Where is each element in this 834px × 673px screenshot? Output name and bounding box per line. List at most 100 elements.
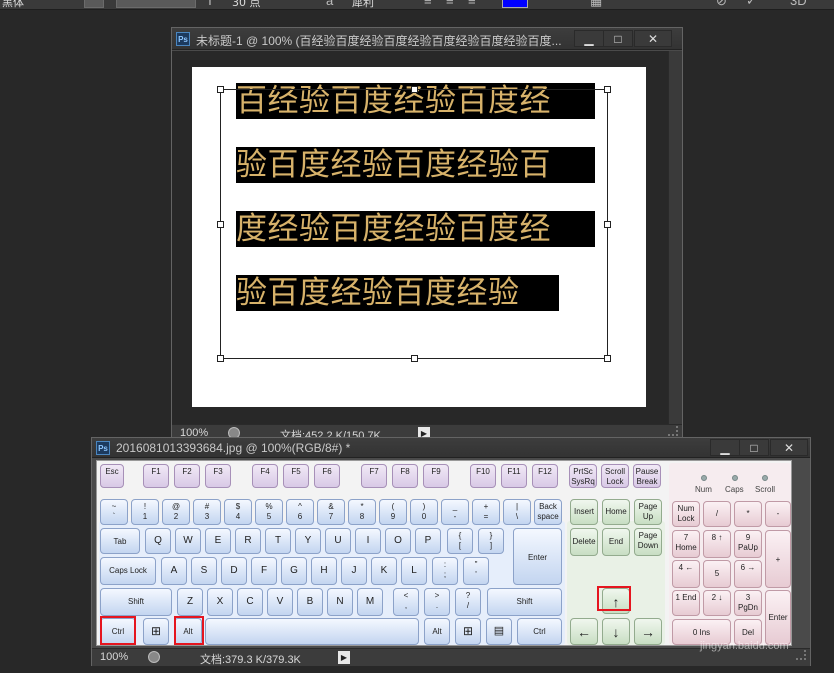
key-l[interactable]: L bbox=[401, 557, 427, 585]
key-page-down[interactable]: Page Down bbox=[634, 528, 662, 556]
key-3[interactable]: #3 bbox=[193, 499, 221, 525]
key-num-2[interactable]: 2 ↓ bbox=[703, 590, 731, 616]
key-p[interactable]: P bbox=[415, 528, 441, 554]
key-num-9[interactable]: 9 PaUp bbox=[734, 530, 762, 558]
key-8[interactable]: * 8 bbox=[348, 499, 376, 525]
key-num-enter[interactable]: Enter bbox=[765, 590, 791, 645]
font-style-dropdown[interactable] bbox=[84, 0, 104, 8]
key-ctrl-right[interactable]: Ctrl bbox=[517, 618, 562, 645]
key-f5[interactable]: F5 bbox=[283, 464, 309, 488]
key-v[interactable]: V bbox=[267, 588, 293, 616]
key-t[interactable]: T bbox=[265, 528, 291, 554]
key-alt-right[interactable]: Alt bbox=[424, 618, 450, 645]
keyboard-image[interactable]: Esc F1 F2 F3 F4 F5 F6 F7 F8 F9 F10 F11 F… bbox=[96, 460, 792, 646]
key-z[interactable]: Z bbox=[177, 588, 203, 616]
cancel-icon[interactable]: ⊘ bbox=[716, 0, 727, 9]
key-w[interactable]: W bbox=[175, 528, 201, 554]
arrow-right-icon[interactable]: → bbox=[634, 618, 662, 645]
menu-key-icon[interactable]: ▤ bbox=[486, 618, 512, 645]
key-prtsc[interactable]: PrtSc SysRq bbox=[569, 464, 597, 488]
text-bounding-box[interactable] bbox=[220, 89, 608, 359]
key-g[interactable]: G bbox=[281, 557, 307, 585]
maximize-button[interactable]: □ bbox=[739, 439, 769, 456]
font-family-field[interactable] bbox=[116, 0, 196, 8]
doc2-zoom[interactable]: 100% bbox=[100, 651, 128, 663]
doc1-vertical-scrollbar[interactable] bbox=[668, 51, 682, 424]
handle-bottom-left[interactable] bbox=[217, 355, 224, 362]
key-y[interactable]: Y bbox=[295, 528, 321, 554]
key-num-1[interactable]: 1 End bbox=[672, 590, 700, 616]
key-a[interactable]: A bbox=[161, 557, 187, 585]
close-button[interactable]: ✕ bbox=[770, 439, 808, 456]
key-page-up[interactable]: Page Up bbox=[634, 499, 662, 525]
key-num-3[interactable]: 3 PgDn bbox=[734, 590, 762, 616]
key-1[interactable]: ! 1 bbox=[131, 499, 159, 525]
text-color-swatch[interactable] bbox=[502, 0, 528, 8]
handle-bottom-right[interactable] bbox=[604, 355, 611, 362]
font-style-value[interactable]: 黑体 bbox=[2, 0, 24, 9]
key-f4[interactable]: F4 bbox=[252, 464, 278, 488]
key-equals[interactable]: + = bbox=[472, 499, 500, 525]
key-shift-left[interactable]: Shift bbox=[100, 588, 172, 616]
key-o[interactable]: O bbox=[385, 528, 411, 554]
close-button[interactable]: ✕ bbox=[634, 30, 672, 47]
key-esc[interactable]: Esc bbox=[100, 464, 124, 488]
key-insert[interactable]: Insert bbox=[570, 499, 598, 525]
key-pause[interactable]: Pause Break bbox=[633, 464, 661, 488]
key-open-bracket[interactable]: {[ bbox=[447, 528, 473, 554]
key-5[interactable]: % 5 bbox=[255, 499, 283, 525]
key-home[interactable]: Home bbox=[602, 499, 630, 525]
key-delete[interactable]: Delete bbox=[570, 528, 598, 556]
key-m[interactable]: M bbox=[357, 588, 383, 616]
status-info-icon[interactable] bbox=[148, 651, 160, 663]
align-right-icon[interactable]: ≡ bbox=[468, 0, 476, 8]
key-q[interactable]: Q bbox=[145, 528, 171, 554]
resize-grip-icon[interactable] bbox=[668, 426, 678, 436]
key-f6[interactable]: F6 bbox=[314, 464, 340, 488]
key-f[interactable]: F bbox=[251, 557, 277, 585]
key-c[interactable]: C bbox=[237, 588, 263, 616]
key-f12[interactable]: F12 bbox=[532, 464, 558, 488]
align-center-icon[interactable]: ≡ bbox=[446, 0, 454, 8]
key-s[interactable]: S bbox=[191, 557, 217, 585]
key-f10[interactable]: F10 bbox=[470, 464, 496, 488]
key-x[interactable]: X bbox=[207, 588, 233, 616]
key-f1[interactable]: F1 bbox=[143, 464, 169, 488]
key-semicolon[interactable]: :; bbox=[432, 557, 458, 585]
key-i[interactable]: I bbox=[355, 528, 381, 554]
key-num-multiply[interactable]: * bbox=[734, 501, 762, 527]
3d-icon[interactable]: 3D bbox=[790, 0, 807, 8]
key-f3[interactable]: F3 bbox=[205, 464, 231, 488]
align-left-icon[interactable]: ≡ bbox=[424, 0, 432, 8]
windows-key-right-icon[interactable]: ⊞ bbox=[455, 618, 481, 645]
key-r[interactable]: R bbox=[235, 528, 261, 554]
commit-icon[interactable]: ✓ bbox=[746, 0, 757, 9]
doc2-titlebar[interactable]: Ps 2016081013393684.jpg @ 100%(RGB/8#) *… bbox=[92, 438, 810, 458]
key-j[interactable]: J bbox=[341, 557, 367, 585]
minimize-button[interactable]: ▁ bbox=[710, 439, 740, 456]
key-num-8[interactable]: 8 ↑ bbox=[703, 530, 731, 558]
key-num-7[interactable]: 7 Home bbox=[672, 530, 700, 558]
key-n[interactable]: N bbox=[327, 588, 353, 616]
key-num-divide[interactable]: / bbox=[703, 501, 731, 527]
doc1-canvas-area[interactable]: 百经验百度经验百度经 验百度经验百度经验百 度经验百度经验百度经 验百度经验百度… bbox=[172, 51, 668, 424]
panels-icon[interactable]: ▦ bbox=[590, 0, 602, 9]
key-4[interactable]: $4 bbox=[224, 499, 252, 525]
key-tilde[interactable]: ~ ` bbox=[100, 499, 128, 525]
key-f11[interactable]: F11 bbox=[501, 464, 527, 488]
status-menu-arrow-icon[interactable]: ▶ bbox=[338, 651, 350, 664]
key-slash[interactable]: ? / bbox=[455, 588, 481, 616]
key-num-4[interactable]: 4 ← bbox=[672, 560, 700, 588]
key-7[interactable]: & 7 bbox=[317, 499, 345, 525]
doc1-titlebar[interactable]: Ps 未标题-1 @ 100% (百经验百度经验百度经验百度经验百度经验百度..… bbox=[172, 28, 682, 50]
resize-grip-icon[interactable] bbox=[796, 650, 806, 660]
key-num-6[interactable]: 6 → bbox=[734, 560, 762, 588]
key-num-lock[interactable]: Num Lock bbox=[672, 501, 700, 527]
key-f7[interactable]: F7 bbox=[361, 464, 387, 488]
key-comma[interactable]: <, bbox=[393, 588, 419, 616]
doc1-paper[interactable]: 百经验百度经验百度经 验百度经验百度经验百 度经验百度经验百度经 验百度经验百度… bbox=[192, 67, 646, 407]
key-6[interactable]: ^ 6 bbox=[286, 499, 314, 525]
key-close-bracket[interactable]: }] bbox=[478, 528, 504, 554]
key-k[interactable]: K bbox=[371, 557, 397, 585]
handle-middle-right[interactable] bbox=[604, 221, 611, 228]
